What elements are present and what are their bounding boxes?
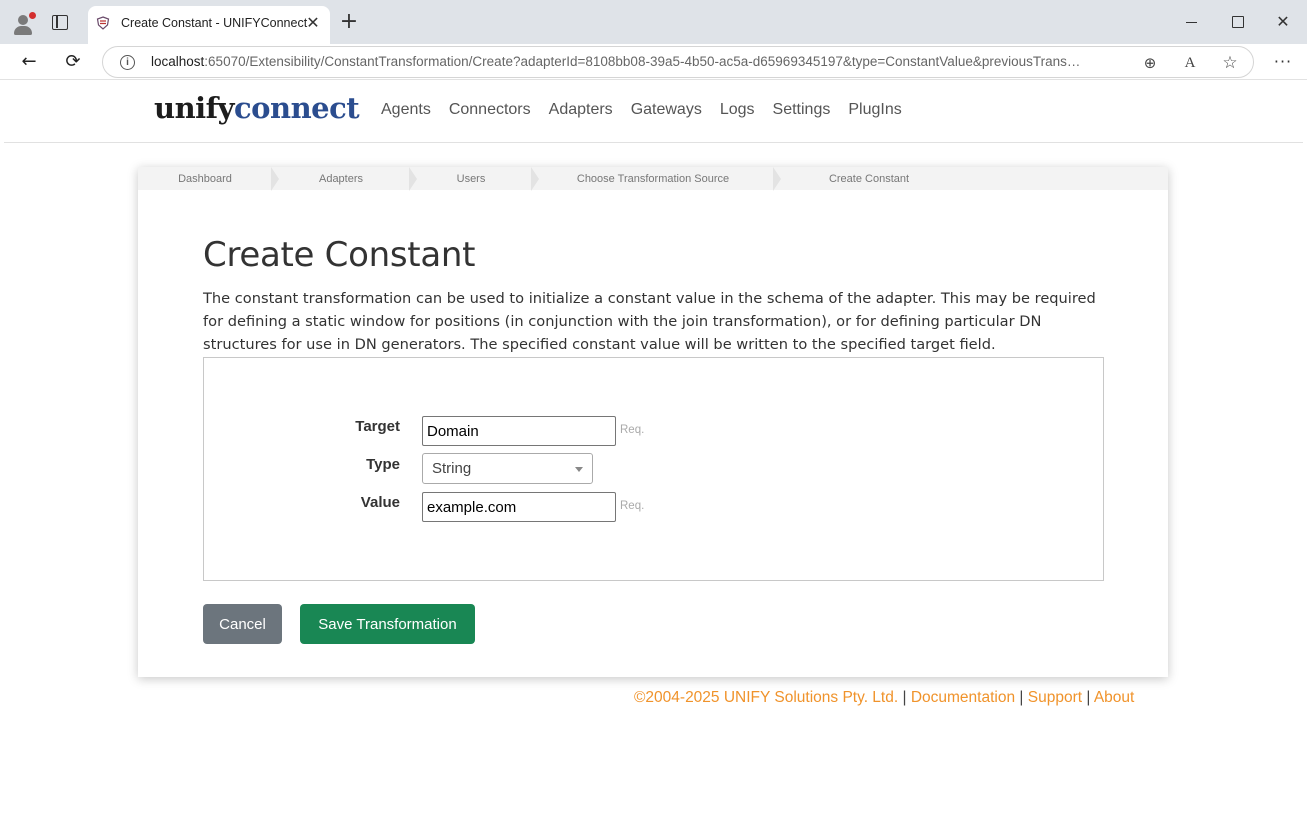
main-nav: Agents Connectors Adapters Gateways Logs…	[381, 101, 920, 119]
breadcrumb-create-constant: Create Constant	[828, 173, 910, 185]
breadcrumb: Dashboard Adapters Users Choose Transfor…	[138, 167, 1168, 191]
read-aloud-icon[interactable]: A	[1179, 52, 1201, 74]
chevron-down-icon	[575, 467, 583, 472]
menu-icon[interactable]: ···	[1270, 49, 1296, 75]
nav-settings[interactable]: Settings	[773, 101, 831, 119]
transformation-form: Target Req. Type String Value Req.	[203, 357, 1104, 581]
site-header: unifyconnect Agents Connectors Adapters …	[4, 81, 1303, 143]
footer-copyright: ©2004-2025 UNIFY Solutions Pty. Ltd.	[634, 689, 899, 706]
footer-separator: |	[1019, 689, 1024, 706]
maximize-icon[interactable]	[1225, 10, 1249, 34]
nav-agents[interactable]: Agents	[381, 101, 431, 119]
breadcrumb-choose-source[interactable]: Choose Transformation Source	[532, 167, 781, 191]
type-label: Type	[366, 456, 400, 473]
breadcrumb-adapters[interactable]: Adapters	[272, 167, 417, 191]
nav-gateways[interactable]: Gateways	[631, 101, 702, 119]
tab-title: Create Constant - UNIFYConnect	[121, 16, 308, 30]
reload-icon[interactable]: ⟳	[60, 49, 86, 75]
logo-connect: connect	[234, 91, 360, 125]
tab-actions-icon[interactable]	[52, 15, 68, 30]
info-icon[interactable]: i	[120, 55, 135, 70]
footer-separator: |	[902, 689, 907, 706]
minimize-icon[interactable]	[1180, 10, 1204, 34]
breadcrumb-dashboard[interactable]: Dashboard	[138, 167, 279, 191]
url-path: :65070/Extensibility/ConstantTransformat…	[204, 54, 1081, 69]
close-window-icon[interactable]: ✕	[1271, 10, 1295, 34]
footer-support-link[interactable]: Support	[1028, 689, 1082, 706]
save-transformation-button[interactable]: Save Transformation	[300, 604, 475, 644]
logo[interactable]: unifyconnect	[154, 91, 360, 125]
favorites-icon[interactable]: ☆	[1219, 52, 1241, 74]
url-text[interactable]: localhost:65070/Extensibility/ConstantTr…	[151, 54, 1081, 69]
content-card: Dashboard Adapters Users Choose Transfor…	[138, 167, 1168, 677]
url-host: localhost	[151, 54, 205, 69]
target-input[interactable]	[422, 416, 616, 446]
footer-about-link[interactable]: About	[1094, 689, 1135, 706]
footer: ©2004-2025 UNIFY Solutions Pty. Ltd. | D…	[634, 689, 1134, 707]
type-select[interactable]: String	[422, 453, 593, 484]
browser-toolbar: ← ⟳ i localhost:65070/Extensibility/Cons…	[0, 44, 1307, 80]
nav-logs[interactable]: Logs	[720, 101, 755, 119]
zoom-icon[interactable]: ⊕	[1139, 52, 1161, 74]
breadcrumb-users[interactable]: Users	[410, 167, 539, 191]
address-bar[interactable]: i localhost:65070/Extensibility/Constant…	[102, 46, 1254, 78]
value-label: Value	[360, 494, 400, 511]
page-title: Create Constant	[203, 235, 476, 275]
favicon	[96, 16, 110, 30]
back-icon[interactable]: ←	[16, 49, 42, 75]
footer-separator: |	[1086, 689, 1091, 706]
target-required-hint: Req.	[620, 424, 645, 436]
nav-plugins[interactable]: PlugIns	[848, 101, 901, 119]
type-select-value: String	[432, 460, 472, 477]
value-required-hint: Req.	[620, 500, 645, 512]
nav-adapters[interactable]: Adapters	[549, 101, 613, 119]
value-input[interactable]	[422, 492, 616, 522]
nav-connectors[interactable]: Connectors	[449, 101, 531, 119]
profile-icon[interactable]	[12, 12, 36, 36]
new-tab-button[interactable]: +	[337, 10, 361, 34]
page-description: The constant transformation can be used …	[203, 290, 1096, 353]
target-label: Target	[355, 418, 400, 435]
browser-titlebar: Create Constant - UNIFYConnect ✕ + ✕	[0, 0, 1307, 44]
page: unifyconnect Agents Connectors Adapters …	[4, 81, 1303, 822]
browser-tab[interactable]: Create Constant - UNIFYConnect ✕	[88, 6, 330, 44]
cancel-button[interactable]: Cancel	[203, 604, 282, 644]
logo-unify: unify	[154, 91, 235, 125]
footer-documentation-link[interactable]: Documentation	[911, 689, 1015, 706]
close-tab-icon[interactable]: ✕	[302, 12, 324, 34]
